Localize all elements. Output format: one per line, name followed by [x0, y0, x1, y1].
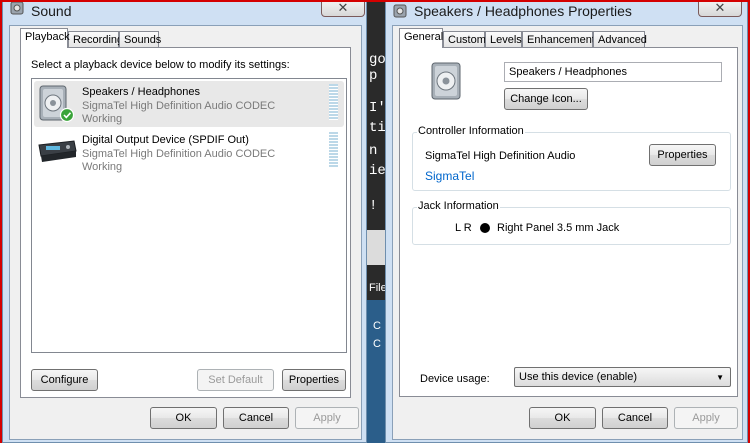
device-name-field[interactable]: Speakers / Headphones [504, 62, 722, 82]
change-icon-button[interactable]: Change Icon... [504, 88, 588, 110]
highlight-border-top [0, 0, 750, 2]
bg-panel [367, 230, 386, 265]
group-label: Jack Information [417, 200, 500, 212]
speaker-icon [39, 85, 75, 123]
window-title: Sound [31, 3, 72, 19]
level-meter [329, 84, 338, 120]
check-badge-icon [59, 107, 75, 123]
device-status: Working [82, 113, 123, 125]
device-list[interactable]: Speakers / Headphones SigmaTel High Defi… [31, 78, 347, 353]
cancel-button[interactable]: Cancel [223, 407, 289, 429]
close-button[interactable]: ✕ [321, 0, 365, 17]
device-description: SigmaTel High Definition Audio CODEC [82, 100, 276, 112]
device-status: Working [82, 161, 123, 173]
configure-button[interactable]: Configure [31, 369, 98, 391]
ok-button[interactable]: OK [150, 407, 217, 429]
instruction-text: Select a playback device below to modify… [31, 59, 290, 71]
bg-text: go [369, 52, 386, 68]
tab-levels[interactable]: Levels [485, 31, 522, 48]
jack-description: Right Panel 3.5 mm Jack [497, 222, 620, 234]
jack-connected-dot [480, 223, 490, 233]
speaker-icon [10, 1, 24, 15]
speaker-icon [393, 4, 407, 18]
bg-text: p [369, 68, 378, 84]
digital-output-device-icon [38, 140, 77, 162]
controller-info-group: Controller Information SigmaTel High Def… [412, 125, 731, 191]
jack-channels: L R [455, 222, 472, 234]
tab-general[interactable]: General [399, 28, 443, 48]
cancel-button[interactable]: Cancel [602, 407, 668, 429]
bg-text: C [373, 320, 381, 332]
apply-button[interactable]: Apply [295, 407, 359, 429]
tab-enhancements[interactable]: Enhancements [522, 31, 600, 48]
group-label: Controller Information [417, 125, 525, 137]
sound-titlebar[interactable]: Sound ✕ [3, 0, 366, 21]
window-title: Speakers / Headphones Properties [414, 3, 632, 19]
properties-window: Speakers / Headphones Properties ✕ Gener… [385, 0, 748, 443]
device-usage-value: Use this device (enable) [519, 371, 638, 383]
properties-titlebar[interactable]: Speakers / Headphones Properties ✕ [386, 0, 747, 21]
sound-window: Sound ✕ Playback Recording Sounds Select… [2, 0, 367, 443]
jack-info-group: Jack Information L R Right Panel 3.5 mm … [412, 200, 731, 245]
apply-button[interactable]: Apply [674, 407, 738, 429]
general-panel: Speakers / Headphones Change Icon... Con… [399, 47, 738, 397]
properties-client-area: General Custom Levels Enhancements Advan… [392, 25, 743, 440]
tab-advanced[interactable]: Advanced [593, 31, 647, 48]
background-window-strip: go p I' ti n ie ! File C C [367, 0, 386, 443]
sound-client-area: Playback Recording Sounds Select a playb… [9, 25, 362, 440]
tab-playback[interactable]: Playback [20, 28, 70, 48]
close-icon: ✕ [714, 0, 726, 15]
tab-recording[interactable]: Recording [68, 31, 123, 48]
close-icon: ✕ [337, 0, 349, 15]
device-name: Speakers / Headphones [82, 86, 201, 98]
tab-sounds[interactable]: Sounds [119, 31, 161, 48]
bg-text: n [369, 143, 378, 159]
bg-text: ie [369, 163, 386, 179]
bg-text: C [373, 338, 381, 350]
bg-text: ! [369, 198, 378, 214]
list-item-speakers[interactable]: Speakers / Headphones SigmaTel High Defi… [34, 81, 344, 127]
level-meter [329, 132, 338, 168]
bg-blue-panel: C C [367, 300, 386, 443]
bg-text: I' [369, 100, 386, 116]
device-name: Digital Output Device (SPDIF Out) [82, 134, 249, 146]
device-usage-select[interactable]: Use this device (enable) ▼ [514, 367, 731, 387]
device-usage-label: Device usage: [420, 373, 490, 385]
set-default-button[interactable]: Set Default [197, 369, 274, 391]
highlight-border-left [0, 0, 2, 443]
playback-panel: Select a playback device below to modify… [20, 47, 351, 398]
chevron-down-icon: ▼ [716, 373, 724, 382]
speaker-icon [431, 62, 461, 100]
properties-button[interactable]: Properties [282, 369, 346, 391]
bg-text: ti [369, 120, 386, 136]
ok-button[interactable]: OK [529, 407, 596, 429]
controller-properties-button[interactable]: Properties [649, 144, 716, 166]
tab-custom[interactable]: Custom [443, 31, 486, 48]
list-item-digital-output[interactable]: Digital Output Device (SPDIF Out) SigmaT… [34, 129, 344, 175]
device-description: SigmaTel High Definition Audio CODEC [82, 148, 276, 160]
controller-name: SigmaTel High Definition Audio [425, 150, 576, 162]
bg-text: File [369, 282, 386, 294]
close-button[interactable]: ✕ [698, 0, 742, 17]
vendor-link[interactable]: SigmaTel [425, 169, 474, 183]
